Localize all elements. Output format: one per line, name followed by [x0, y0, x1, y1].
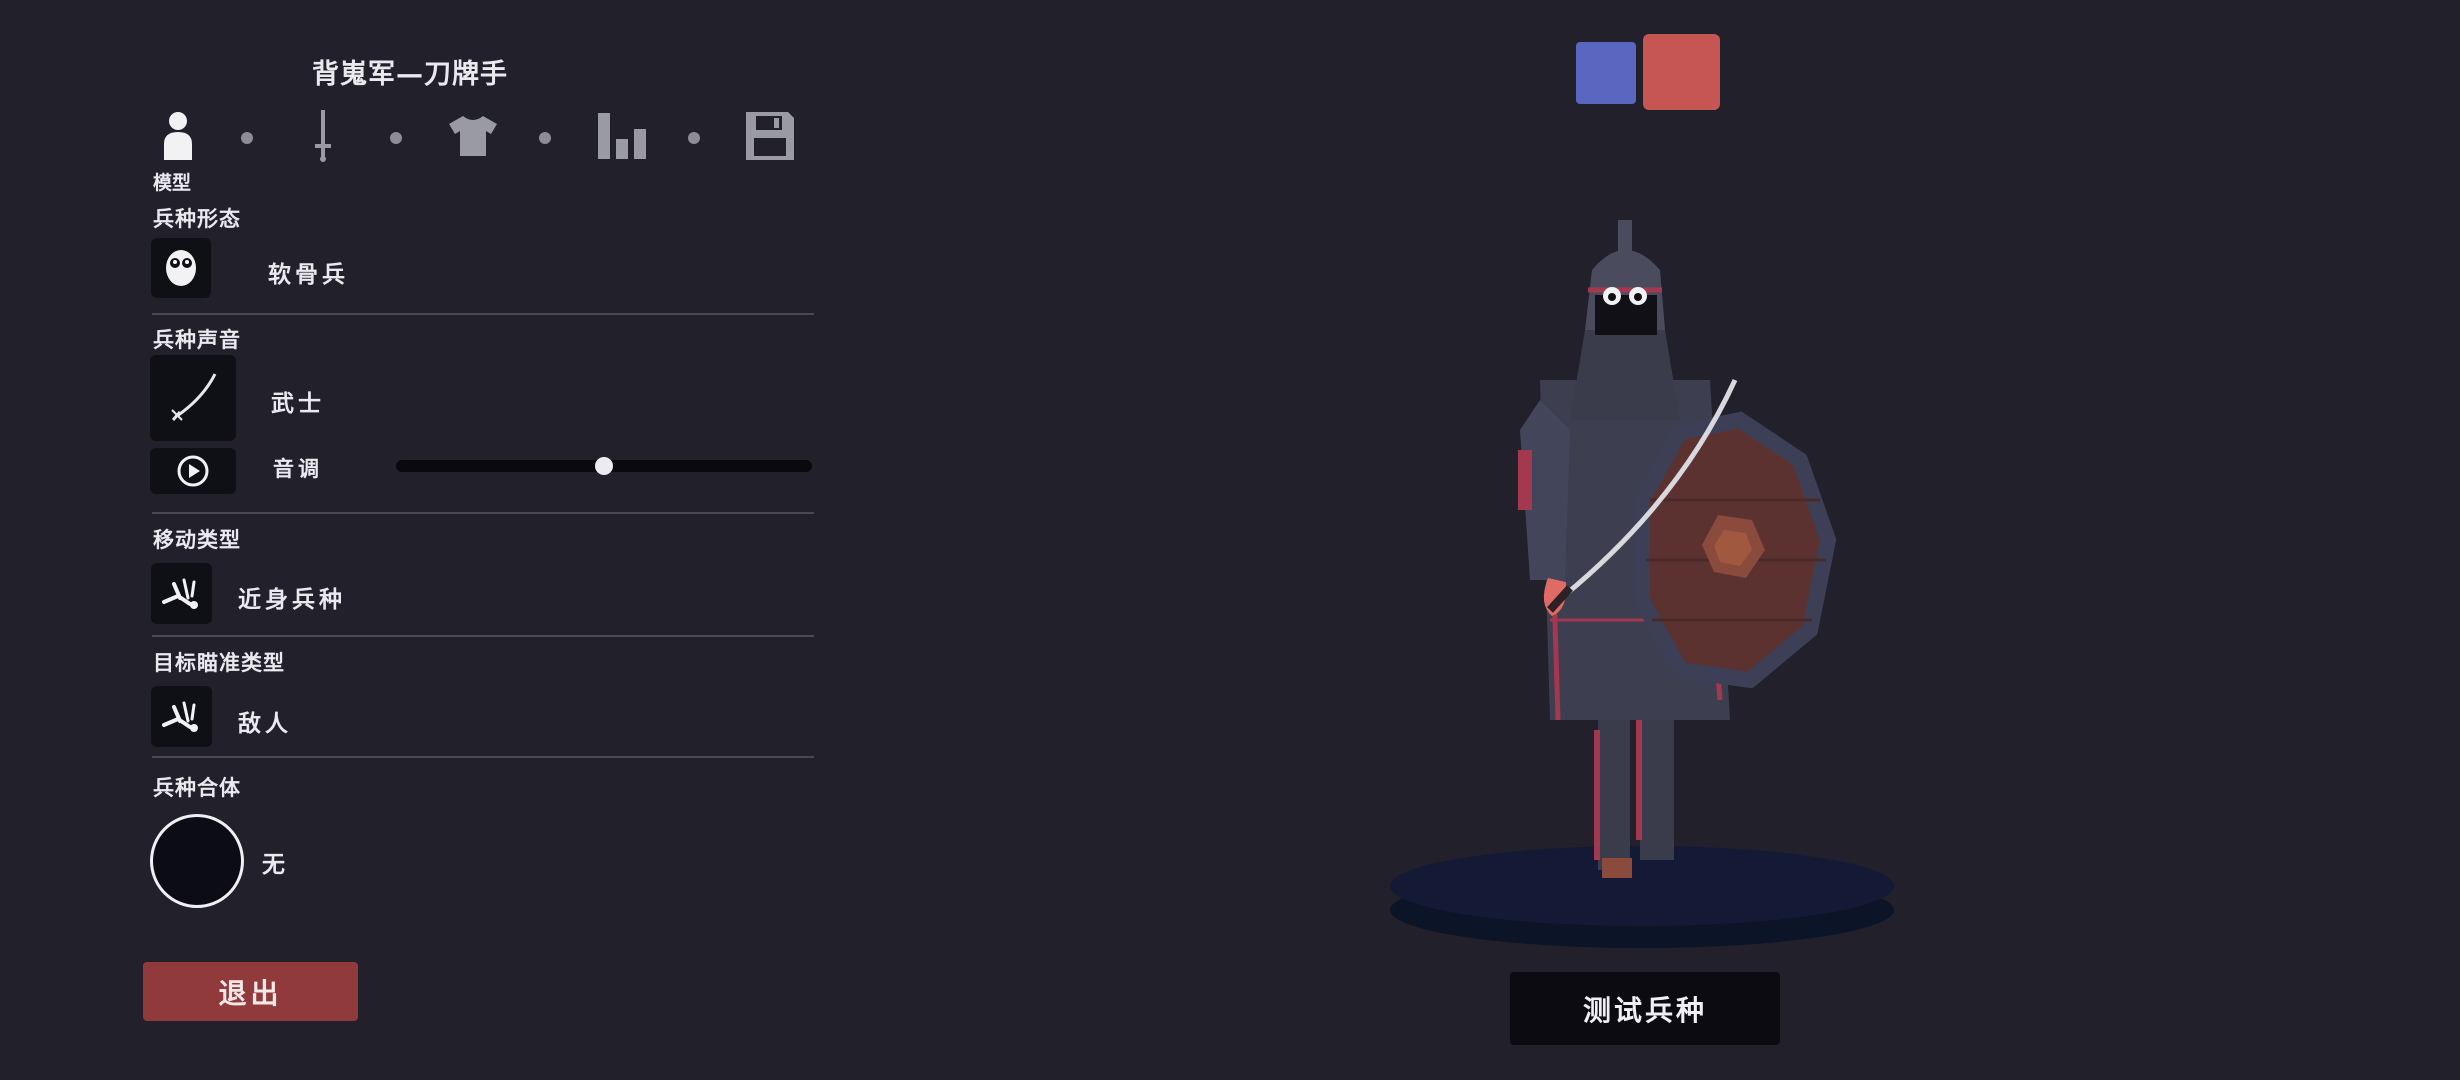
team-blue-swatch[interactable] — [1576, 42, 1636, 104]
katana-icon — [171, 373, 217, 421]
targeting-type-button[interactable] — [151, 686, 212, 747]
tab-separator-dot — [539, 132, 551, 144]
section-divider — [152, 635, 814, 637]
section-divider — [152, 756, 814, 758]
tab-model-label: 模型 — [153, 172, 192, 194]
targeting-type-value: 敌人 — [238, 711, 292, 737]
section-label-unit-form: 兵种形态 — [153, 207, 241, 231]
unit-merge-value: 无 — [262, 852, 289, 878]
test-unit-button[interactable]: 测试兵种 — [1510, 972, 1780, 1045]
tab-weapon[interactable] — [295, 108, 351, 164]
unit-preview[interactable] — [1380, 200, 1900, 960]
play-sound-button[interactable] — [150, 448, 236, 494]
melee-unit-icon — [161, 578, 198, 609]
tab-separator-dot — [390, 132, 402, 144]
save-icon — [746, 112, 794, 160]
exit-button[interactable]: 退出 — [143, 962, 358, 1021]
movement-type-value: 近身兵种 — [238, 587, 346, 613]
section-label-movement: 移动类型 — [153, 528, 241, 552]
unit-name-title: 背嵬军—刀牌手 — [312, 59, 508, 90]
tab-separator-dot — [241, 132, 253, 144]
section-divider — [152, 313, 814, 315]
tab-clothing[interactable] — [445, 108, 501, 164]
unit-form-button[interactable] — [151, 238, 211, 298]
target-unit-icon — [161, 701, 198, 732]
sword-icon — [315, 110, 331, 162]
play-icon — [177, 455, 209, 487]
unit-sound-button[interactable] — [150, 355, 236, 441]
team-red-swatch[interactable] — [1643, 34, 1720, 110]
tab-stats[interactable] — [594, 108, 650, 164]
bar-chart-icon — [598, 113, 646, 159]
pitch-label: 音调 — [273, 457, 323, 481]
tab-save[interactable] — [742, 108, 798, 164]
unit-form-value: 软骨兵 — [268, 262, 349, 288]
ragdoll-face-icon — [166, 250, 196, 286]
section-divider — [152, 512, 814, 514]
movement-type-button[interactable] — [151, 563, 212, 624]
pitch-slider-handle[interactable] — [595, 457, 613, 475]
unit-sound-value: 武士 — [271, 391, 325, 417]
editor-tab-bar — [150, 108, 800, 168]
section-label-unit-sound: 兵种声音 — [153, 328, 241, 352]
tab-separator-dot — [688, 132, 700, 144]
shirt-icon — [449, 116, 497, 156]
person-icon — [164, 112, 192, 160]
section-label-targeting: 目标瞄准类型 — [153, 651, 285, 675]
tab-model[interactable] — [150, 108, 206, 164]
unit-model-illustration — [1390, 220, 1894, 948]
unit-merge-slot[interactable] — [150, 814, 244, 908]
section-label-merge: 兵种合体 — [153, 776, 241, 800]
